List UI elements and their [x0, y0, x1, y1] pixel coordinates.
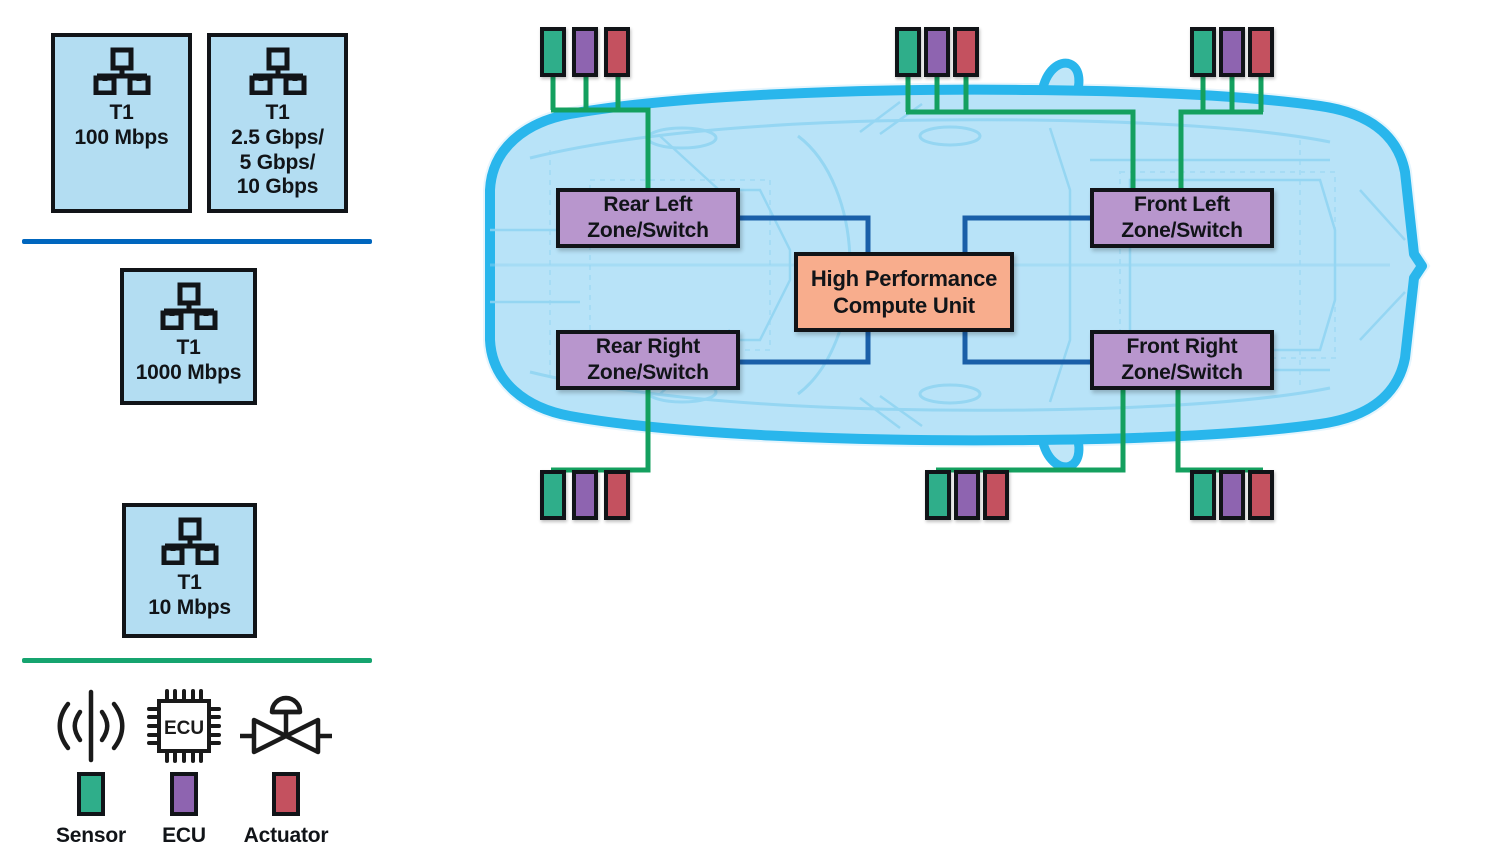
ecu-chip-text: ECU: [164, 718, 204, 739]
legend-symbol-label: ECU: [162, 824, 206, 847]
ecu-chip-icon: ECU: [129, 686, 239, 766]
ecu-color-chip: [170, 772, 198, 816]
zone-box-front-right[interactable]: Front Right Zone/Switch: [1090, 330, 1274, 390]
node-sensor[interactable]: [925, 470, 951, 520]
network-icon: [91, 47, 153, 95]
node-sensor[interactable]: [895, 27, 921, 77]
legend-card-t1-100mbps[interactable]: T1 100 Mbps: [51, 33, 192, 213]
legend-card-label: T1 1000 Mbps: [135, 336, 242, 384]
node-actuator[interactable]: [1248, 470, 1274, 520]
actuator-color-chip: [272, 772, 300, 816]
node-sensor[interactable]: [540, 27, 566, 77]
legend-symbol-actuator[interactable]: Actuator: [231, 686, 341, 848]
zone-box-rear-right[interactable]: Rear Right Zone/Switch: [556, 330, 740, 390]
legend-card-label: T1 10 Mbps: [148, 571, 231, 619]
network-icon: [247, 47, 309, 95]
node-sensor[interactable]: [1190, 470, 1216, 520]
compute-unit-box[interactable]: High Performance Compute Unit: [794, 252, 1014, 332]
node-actuator[interactable]: [604, 27, 630, 77]
legend-card-t1-multigig[interactable]: T1 2.5 Gbps/5 Gbps/10 Gbps: [207, 33, 348, 213]
node-ecu[interactable]: [572, 27, 598, 77]
node-ecu[interactable]: [572, 470, 598, 520]
sensor-color-chip: [77, 772, 105, 816]
legend-card-label: T1 2.5 Gbps/5 Gbps/10 Gbps: [231, 101, 324, 199]
network-icon: [158, 282, 220, 330]
node-sensor[interactable]: [1190, 27, 1216, 77]
node-actuator[interactable]: [1248, 27, 1274, 77]
zone-box-rear-left[interactable]: Rear Left Zone/Switch: [556, 188, 740, 248]
legend-symbol-ecu[interactable]: ECU ECU: [129, 686, 239, 848]
node-ecu[interactable]: [1219, 27, 1245, 77]
node-ecu[interactable]: [1219, 470, 1245, 520]
legend-card-t1-1000mbps[interactable]: T1 1000 Mbps: [120, 268, 257, 405]
legend-card-label: T1 100 Mbps: [74, 101, 169, 149]
network-icon: [159, 517, 221, 565]
node-actuator[interactable]: [604, 470, 630, 520]
legend-divider-green: [22, 658, 372, 663]
zone-box-front-left[interactable]: Front Left Zone/Switch: [1090, 188, 1274, 248]
node-ecu[interactable]: [954, 470, 980, 520]
diagram-canvas: Rear Left Zone/Switch Rear Right Zone/Swit…: [0, 0, 1507, 860]
node-ecu[interactable]: [924, 27, 950, 77]
legend-symbol-label: Actuator: [243, 824, 329, 847]
node-actuator[interactable]: [953, 27, 979, 77]
actuator-valve-icon: [231, 686, 341, 766]
legend-card-t1-10mbps[interactable]: T1 10 Mbps: [122, 503, 257, 638]
legend-divider-blue: [22, 239, 372, 244]
node-sensor[interactable]: [540, 470, 566, 520]
node-actuator[interactable]: [983, 470, 1009, 520]
